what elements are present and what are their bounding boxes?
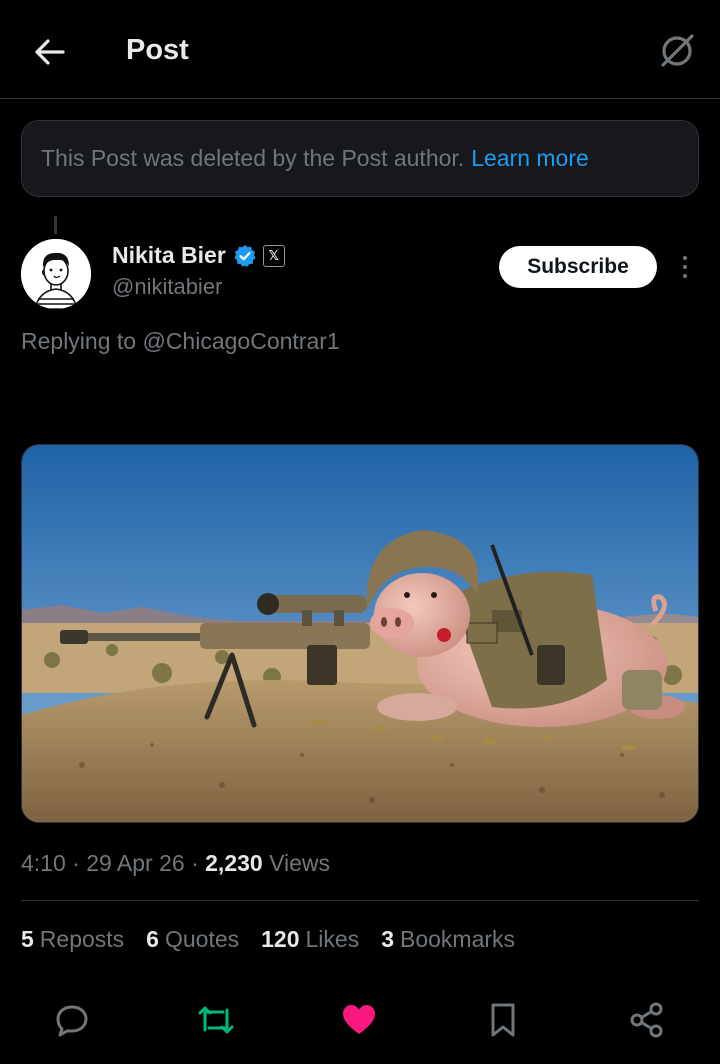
- reply-mention-link[interactable]: @ChicagoContrar1: [142, 328, 339, 354]
- verified-badge-icon: [234, 244, 256, 267]
- bookmarks-count: 3: [381, 926, 394, 952]
- subscribe-button[interactable]: Subscribe: [499, 246, 657, 288]
- quotes-label: Quotes: [164, 926, 240, 952]
- replying-to: Replying to @ChicagoContrar1: [21, 328, 340, 355]
- more-dot: [683, 265, 687, 269]
- meta-separator: ·: [191, 850, 199, 876]
- avatar[interactable]: [21, 239, 91, 309]
- learn-more-link[interactable]: Learn more: [471, 145, 589, 172]
- bookmarks-stat[interactable]: 3 Bookmarks: [381, 926, 515, 953]
- author-handle[interactable]: @nikitabier: [112, 274, 222, 300]
- repost-icon: [198, 1006, 234, 1034]
- likes-stat[interactable]: 120 Likes: [261, 926, 359, 953]
- like-button[interactable]: [339, 1000, 379, 1040]
- deleted-notice-text: This Post was deleted by the Post author…: [41, 145, 465, 171]
- more-dot: [683, 274, 687, 278]
- reposts-stat[interactable]: 5 Reposts: [21, 926, 124, 953]
- share-button[interactable]: [627, 1000, 667, 1040]
- bookmarks-label: Bookmarks: [400, 926, 516, 952]
- likes-count: 120: [261, 926, 300, 952]
- like-icon: [343, 1005, 375, 1034]
- replying-prefix: Replying to: [21, 328, 137, 354]
- views-label: Views: [269, 850, 331, 876]
- more-dot: [683, 256, 687, 260]
- author-name[interactable]: Nikita Bier: [112, 242, 226, 269]
- repost-button[interactable]: [196, 1000, 236, 1040]
- quotes-stat[interactable]: 6 Quotes: [146, 926, 239, 953]
- reply-button[interactable]: [52, 1000, 92, 1040]
- avatar-illustration: [21, 239, 91, 309]
- divider: [21, 900, 699, 901]
- arrow-left-icon: [35, 39, 65, 65]
- deleted-post-notice: This Post was deleted by the Post author…: [21, 120, 699, 197]
- grok-button[interactable]: [654, 28, 700, 74]
- back-button[interactable]: [30, 32, 70, 72]
- top-bar: Post: [0, 0, 720, 99]
- views-count: 2,230: [205, 850, 263, 876]
- reposts-label: Reposts: [39, 926, 125, 952]
- likes-label: Likes: [305, 926, 360, 952]
- more-options-button[interactable]: [672, 252, 698, 282]
- thread-connector: [54, 216, 57, 234]
- reply-icon: [56, 1005, 88, 1037]
- author-name-row: Nikita Bier 𝕏: [112, 242, 285, 269]
- bookmark-icon: [491, 1003, 515, 1037]
- bookmark-button[interactable]: [483, 1000, 523, 1040]
- quotes-count: 6: [146, 926, 159, 952]
- share-icon: [630, 1002, 663, 1038]
- affiliation-badge: 𝕏: [262, 244, 285, 267]
- post-image[interactable]: [21, 444, 699, 823]
- engagement-stats: 5 Reposts 6 Quotes 120 Likes 3 Bookmarks: [21, 926, 537, 953]
- grok-icon: [661, 34, 694, 67]
- post-meta: 4:10 · 29 Apr 26 · 2,230 Views: [21, 850, 330, 877]
- post-date: 29 Apr 26: [86, 850, 185, 876]
- post-image-illustration: [22, 445, 698, 822]
- post-time: 4:10: [21, 850, 66, 876]
- meta-separator: ·: [72, 850, 80, 876]
- reposts-count: 5: [21, 926, 34, 952]
- page-title: Post: [126, 34, 189, 66]
